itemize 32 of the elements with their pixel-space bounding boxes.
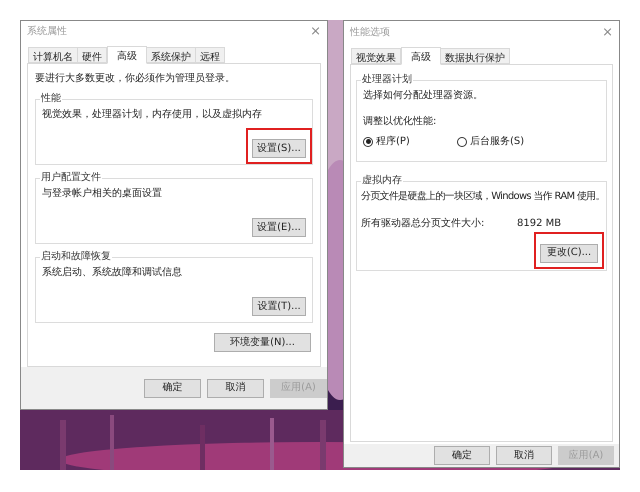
size-value: 8192 MB <box>517 217 562 231</box>
settings-button[interactable]: 更改(C)... <box>540 244 598 262</box>
group-description: 分页文件是硬盘上的一块区域，Windows 当作 RAM 使用。 <box>361 190 604 204</box>
settings-button[interactable]: 设置(E)... <box>252 218 306 238</box>
tab[interactable]: 系统保护 <box>146 47 196 64</box>
dialog-button[interactable]: 确定 <box>144 378 201 398</box>
dialog-button[interactable]: 取消 <box>207 378 264 398</box>
tab[interactable]: 高级 <box>401 47 441 65</box>
tab[interactable]: 硬件 <box>77 47 107 64</box>
dialog-button[interactable]: 确定 <box>434 446 490 465</box>
tab[interactable]: 高级 <box>107 46 147 64</box>
tab[interactable]: 远程 <box>195 47 225 64</box>
close-button[interactable]: × <box>602 26 613 38</box>
notice-text: 要进行大多数更改，你必须作为管理员登录。 <box>35 72 236 86</box>
group-description: 与登录帐户相关的桌面设置 <box>42 187 163 202</box>
settings-button[interactable]: 设置(T)... <box>252 297 306 316</box>
size-label: 所有驱动器总分页文件大小: <box>361 216 486 231</box>
prompt-text: 调整以优化性能: <box>363 115 438 129</box>
dialog-button[interactable]: 取消 <box>496 446 552 465</box>
window-title: 系统属性 <box>27 24 67 40</box>
group-description: 系统启动、系统故障和调试信息 <box>42 266 183 280</box>
radio-option[interactable]: 程序(P) <box>363 134 457 149</box>
close-button[interactable]: × <box>310 25 321 38</box>
group-description: 视觉效果，处理器计划，内存使用，以及虚拟内存 <box>42 108 263 122</box>
tab[interactable]: 数据执行保护 <box>440 48 510 64</box>
radio-option[interactable]: 后台服务(S) <box>457 134 524 149</box>
settings-button[interactable]: 设置(S)... <box>252 139 306 158</box>
tab[interactable]: 视觉效果 <box>351 48 401 64</box>
environment-variables-button[interactable]: 环境变量(N)... <box>214 333 311 352</box>
window-title: 性能选项 <box>350 26 390 40</box>
group-description: 选择如何分配处理器资源。 <box>363 89 484 103</box>
tab[interactable]: 计算机名 <box>28 47 78 64</box>
